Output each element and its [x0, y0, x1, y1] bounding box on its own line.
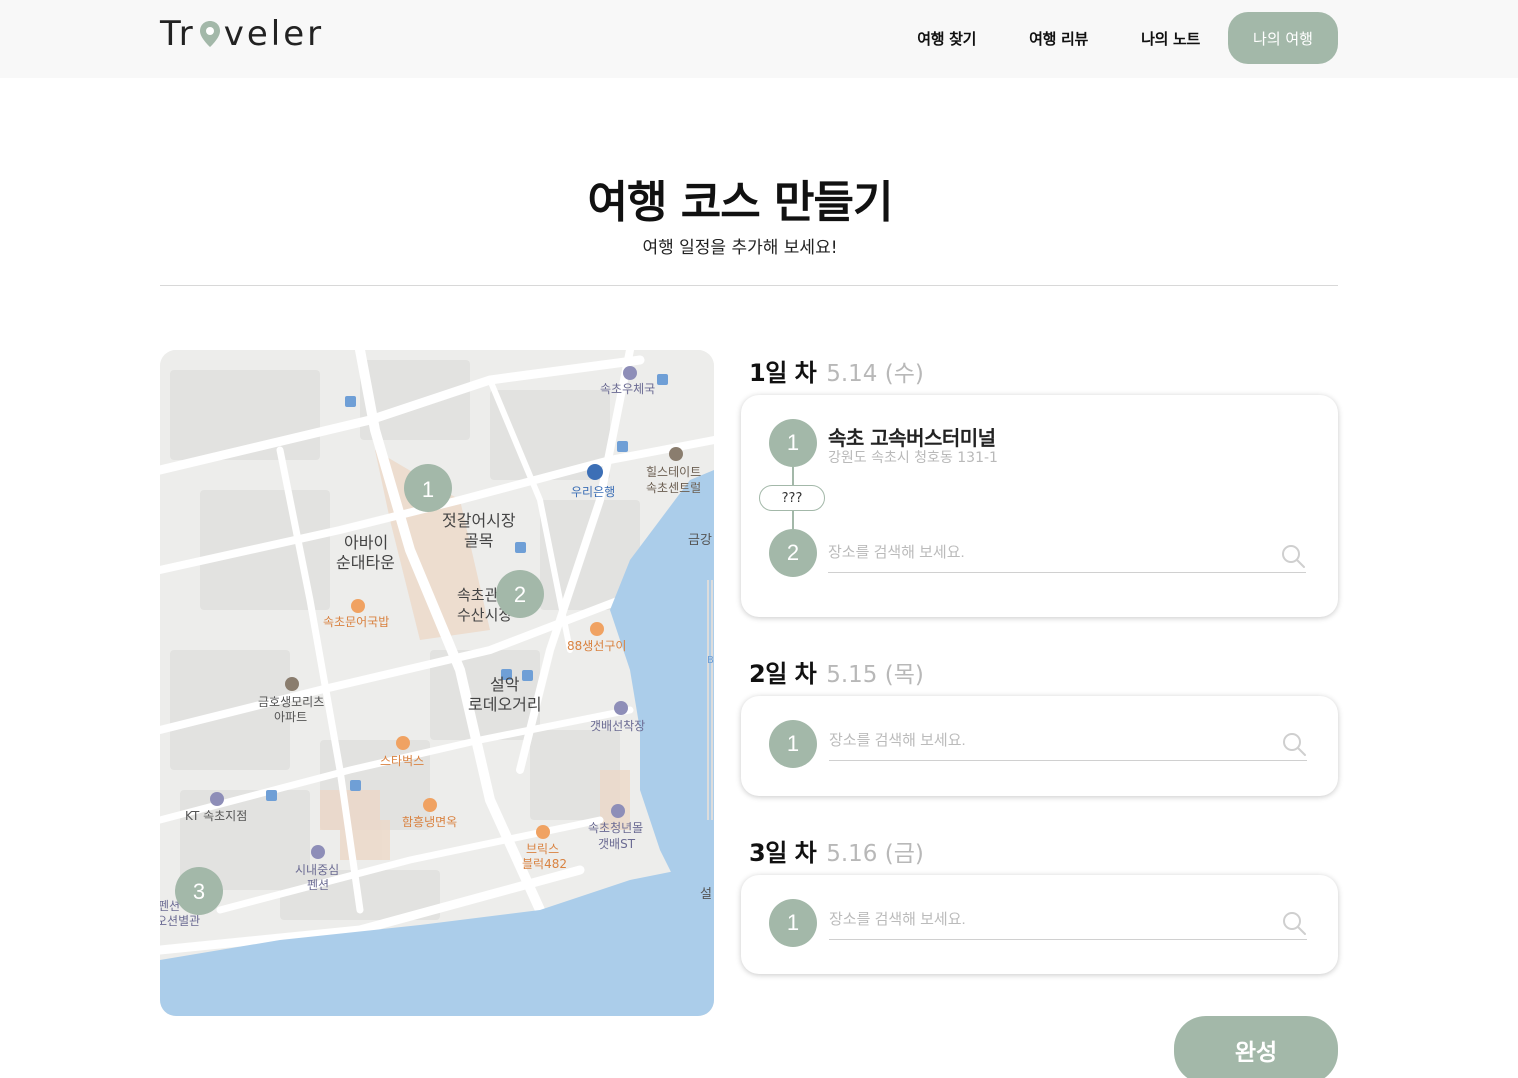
logo-text-suffix: veler: [223, 14, 325, 54]
svg-text:함흥냉면옥: 함흥냉면옥: [402, 815, 457, 829]
svg-text:2: 2: [514, 582, 526, 607]
day-3-header: 3일 차 5.16 (금): [749, 833, 924, 868]
svg-text:블럭482: 블럭482: [522, 857, 567, 871]
page-subtitle: 여행 일정을 추가해 보세요!: [642, 238, 838, 258]
svg-text:오션별관: 오션별관: [160, 914, 200, 928]
place-search-input[interactable]: [829, 721, 1307, 759]
svg-text:속초우체국: 속초우체국: [600, 382, 655, 396]
stop-number-badge: 1: [769, 899, 817, 947]
place-search-input[interactable]: [828, 533, 1306, 571]
stop-number-badge: 1: [769, 720, 817, 768]
day-1-label: 1일 차: [749, 359, 817, 387]
svg-text:스타벅스: 스타벅스: [380, 754, 424, 768]
map-pin-logo-icon: [199, 21, 220, 47]
map-marker-2[interactable]: 2: [496, 570, 544, 618]
search-icon[interactable]: [1280, 543, 1306, 569]
svg-text:1: 1: [422, 477, 434, 502]
svg-text:펜션: 펜션: [307, 878, 329, 892]
svg-text:속초문어국밥: 속초문어국밥: [323, 615, 389, 629]
svg-text:로데오거리: 로데오거리: [468, 695, 542, 714]
svg-text:속초청년몰: 속초청년몰: [588, 821, 643, 835]
search-icon[interactable]: [1281, 731, 1307, 757]
svg-text:갯배선착장: 갯배선착장: [590, 719, 645, 733]
svg-text:힐스테이트: 힐스테이트: [646, 465, 701, 479]
complete-button[interactable]: 완성: [1174, 1016, 1338, 1078]
svg-text:펜션: 펜션: [160, 899, 180, 913]
day-2-header: 2일 차 5.15 (목): [749, 654, 924, 689]
day-2-date: 5.15 (목): [826, 662, 924, 688]
day-2-label: 2일 차: [749, 660, 817, 688]
svg-text:KT 속초지점: KT 속초지점: [185, 809, 247, 823]
top-navbar: Tr veler 여행 찾기 여행 리뷰 나의 노트 나의 여행: [0, 0, 1518, 78]
nav-my-notes[interactable]: 나의 노트: [1141, 28, 1200, 49]
svg-text:속초센트럴: 속초센트럴: [646, 481, 701, 495]
place-search-field: [829, 900, 1307, 940]
logo[interactable]: Tr veler: [160, 14, 324, 54]
map-marker-1[interactable]: 1: [404, 464, 452, 512]
travel-time-pill[interactable]: ???: [759, 485, 825, 511]
svg-text:순대타운: 순대타운: [336, 553, 395, 572]
svg-text:3: 3: [193, 879, 205, 904]
svg-text:금호생모리츠: 금호생모리츠: [258, 695, 324, 709]
svg-text:아파트: 아파트: [274, 710, 307, 724]
svg-text:아바이: 아바이: [344, 533, 388, 552]
place-search-field: [829, 721, 1307, 761]
stop-number-badge: 1: [769, 419, 817, 467]
route-map[interactable]: 속초우체국 우리은행 힐스테이트 속초센트럴 금강 젓갈어시장 골목 아바이 순…: [160, 350, 714, 1016]
svg-text:젓갈어시장: 젓갈어시장: [442, 511, 516, 530]
day-3-card: 1: [741, 875, 1338, 974]
nav-my-trip-button[interactable]: 나의 여행: [1228, 12, 1338, 64]
day-2-card: 1: [741, 696, 1338, 796]
section-divider: [160, 285, 1338, 286]
place-search-input[interactable]: [829, 900, 1307, 938]
svg-text:설: 설: [700, 887, 712, 902]
svg-text:88생선구이: 88생선구이: [567, 639, 626, 653]
svg-text:갯배ST: 갯배ST: [598, 837, 636, 851]
svg-text:설악: 설악: [490, 675, 520, 694]
main-nav: 여행 찾기 여행 리뷰 나의 노트 나의 여행: [864, 12, 1338, 64]
svg-text:B: B: [707, 655, 714, 666]
svg-text:우리은행: 우리은행: [571, 484, 615, 499]
page-title: 여행 코스 만들기: [587, 177, 894, 228]
stop-number-badge: 2: [769, 529, 817, 577]
svg-text:브릭스: 브릭스: [526, 842, 559, 856]
map-marker-3[interactable]: 3: [175, 867, 223, 915]
map-canvas[interactable]: 속초우체국 우리은행 힐스테이트 속초센트럴 금강 젓갈어시장 골목 아바이 순…: [160, 350, 714, 1016]
day-1-date: 5.14 (수): [826, 361, 924, 387]
place-search-field: [828, 533, 1306, 573]
search-icon[interactable]: [1281, 910, 1307, 936]
day-1-header: 1일 차 5.14 (수): [749, 353, 924, 388]
svg-text:골목: 골목: [464, 531, 493, 550]
day-3-label: 3일 차: [749, 839, 817, 867]
day-1-card: 1 속초 고속버스터미널 강원도 속초시 청호동 131-1 ??? 2: [741, 395, 1338, 617]
svg-text:시내중심: 시내중심: [295, 863, 339, 877]
nav-find-trip[interactable]: 여행 찾기: [917, 28, 976, 49]
place-address: 강원도 속초시 청호동 131-1: [828, 450, 998, 466]
nav-trip-review[interactable]: 여행 리뷰: [1029, 28, 1088, 49]
svg-text:금강: 금강: [688, 533, 712, 548]
logo-text-prefix: Tr: [160, 14, 196, 54]
day-3-date: 5.16 (금): [826, 841, 924, 867]
